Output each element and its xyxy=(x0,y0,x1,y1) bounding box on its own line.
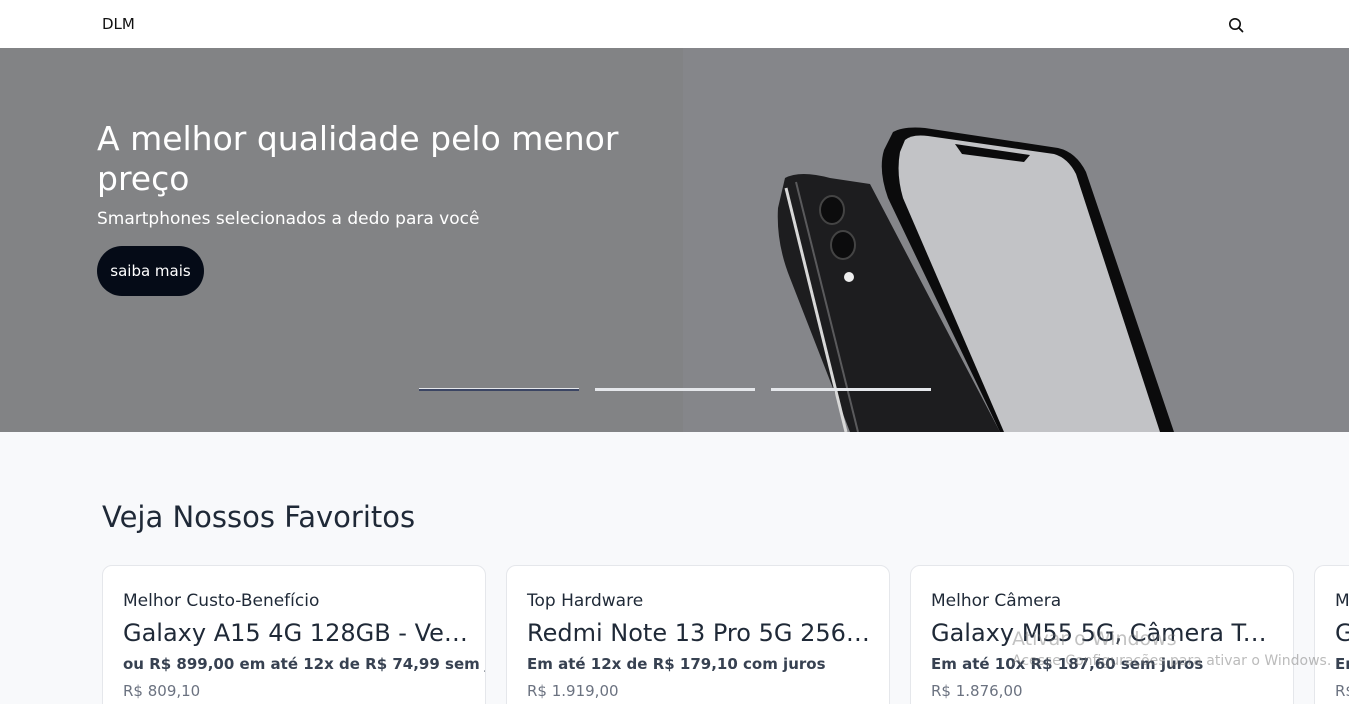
product-price: R$ 809,10 xyxy=(123,682,201,700)
carousel-indicator-3[interactable] xyxy=(771,388,931,391)
product-price: R$ 1.919,00 xyxy=(527,682,619,700)
smartphone-image xyxy=(777,127,1174,432)
product-price: R$ xyxy=(1335,682,1349,700)
product-name[interactable]: Redmi Note 13 Pro 5G 256 GB xyxy=(527,619,872,647)
windows-activation-title: Ativar o Windows xyxy=(1012,628,1177,650)
product-name[interactable]: G xyxy=(1335,619,1349,647)
learn-more-button[interactable]: saiba mais xyxy=(97,246,204,296)
hero-title: A melhor qualidade pelo menor preço xyxy=(97,119,619,198)
top-navbar: DLM xyxy=(0,0,1349,48)
windows-activation-subtitle: Acesse Configurações para ativar o Windo… xyxy=(1012,653,1332,669)
product-name[interactable]: Galaxy A15 4G 128GB - Verde Claro xyxy=(123,619,468,647)
product-card[interactable]: Melhor Custo-Benefício Galaxy A15 4G 128… xyxy=(102,565,486,704)
hero-subtitle: Smartphones selecionados a dedo para voc… xyxy=(97,209,480,229)
product-installments: Em até 12x de R$ 179,10 com juros xyxy=(527,655,826,673)
product-tag: Melhor Câmera xyxy=(931,591,1062,611)
product-card[interactable]: Top Hardware Redmi Note 13 Pro 5G 256 GB… xyxy=(506,565,890,704)
product-installments: ou R$ 899,00 em até 12x de R$ 74,99 sem … xyxy=(123,655,485,673)
product-price: R$ 1.876,00 xyxy=(931,682,1023,700)
product-tag: M xyxy=(1335,591,1349,611)
favorites-heading: Veja Nossos Favoritos xyxy=(102,500,416,534)
product-installments: Er xyxy=(1335,655,1349,673)
brand-logo[interactable]: DLM xyxy=(102,15,135,33)
hero-carousel: A melhor qualidade pelo menor preço Smar… xyxy=(0,48,1349,432)
product-card[interactable]: M G Er R$ xyxy=(1314,565,1349,704)
search-button[interactable] xyxy=(1226,15,1246,35)
product-tag: Melhor Custo-Benefício xyxy=(123,591,320,611)
carousel-indicator-1[interactable] xyxy=(419,388,579,391)
search-icon xyxy=(1229,18,1244,33)
carousel-indicator-2[interactable] xyxy=(595,388,755,391)
product-tag: Top Hardware xyxy=(527,591,644,611)
